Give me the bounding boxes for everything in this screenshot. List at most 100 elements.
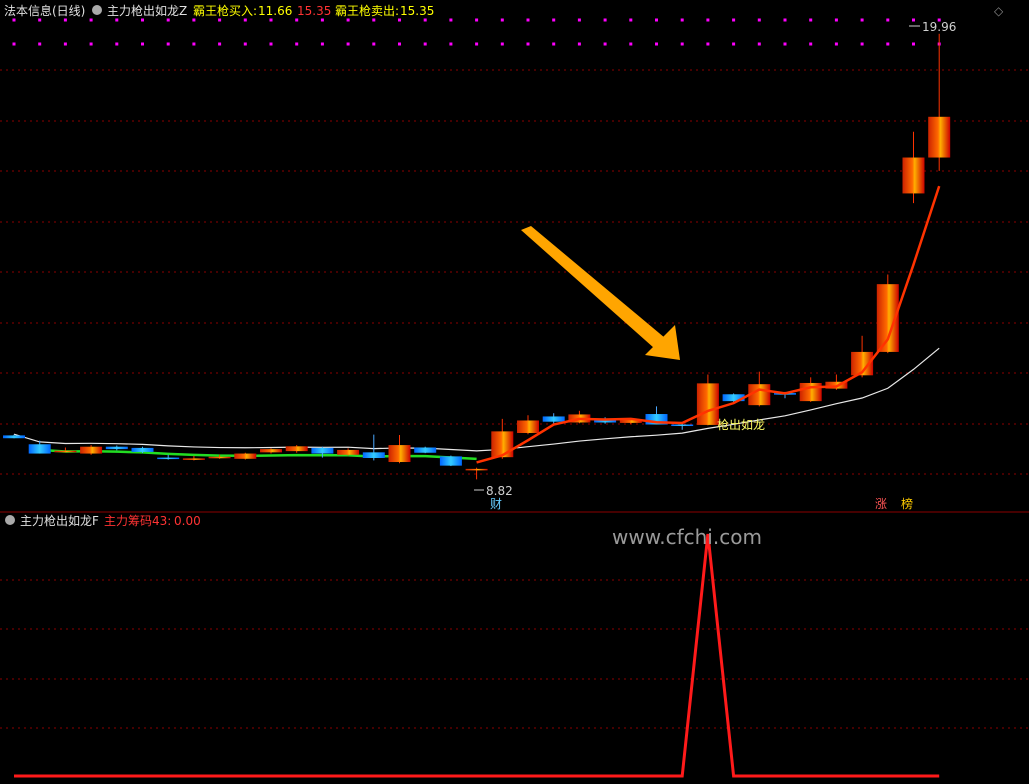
marker-dot: [603, 18, 607, 22]
marker-dot: [809, 18, 813, 22]
candle-up: [260, 449, 282, 453]
marker-dot: [706, 18, 710, 22]
marker-dot: [38, 42, 42, 46]
marker-dot: [577, 42, 581, 46]
marker-dot: [218, 42, 222, 46]
marker-dot: [732, 18, 736, 22]
marker-dot: [423, 42, 427, 46]
marker-dot: [629, 42, 633, 46]
marker-dot: [706, 42, 710, 46]
marker-dot: [475, 42, 479, 46]
marker-dot: [398, 18, 401, 22]
high-marker-label: 19.96: [922, 20, 957, 34]
marker-dot: [243, 18, 247, 22]
marker-dot: [809, 42, 813, 46]
marker-dot: [372, 18, 376, 22]
marker-dot: [834, 18, 838, 22]
marker-dot: [38, 18, 42, 22]
marker-dot: [63, 42, 67, 46]
marker-dot: [166, 18, 170, 22]
marker-dot: [346, 18, 350, 22]
marker-dot: [320, 42, 324, 46]
marker-dot: [783, 18, 787, 22]
candle-up: [234, 453, 257, 459]
marker-dot: [732, 42, 736, 46]
candle-down: [28, 444, 51, 454]
marker-dot: [269, 18, 273, 22]
marker-dot: [757, 18, 761, 22]
marker-dot: [372, 42, 376, 46]
candle-down: [414, 447, 437, 453]
marker-dot: [475, 18, 479, 22]
candle-down: [542, 416, 565, 422]
marker-dot: [552, 18, 556, 22]
candle-up: [902, 157, 925, 194]
candle-up: [54, 450, 77, 453]
candle-up: [928, 116, 951, 158]
marker-dot: [320, 18, 324, 22]
marker-dot: [12, 18, 16, 22]
watermark: www.cfchi.com: [612, 525, 762, 549]
collapse-icon[interactable]: [92, 5, 102, 15]
grid-lines: [0, 69, 1029, 729]
candle-down: [105, 446, 128, 450]
marker-dot: [115, 42, 119, 46]
low-marker-label: 8.82: [486, 484, 513, 498]
candle-up: [799, 382, 822, 402]
candle-up: [285, 446, 308, 452]
marker-dot: [912, 18, 915, 22]
sell-value: 15.35: [400, 4, 435, 18]
marker-dot: [141, 18, 144, 22]
marker-dot: [166, 42, 170, 46]
green-trend-line: [39, 448, 477, 461]
collapse-icon-bottom[interactable]: [5, 515, 15, 525]
marker-dot: [449, 18, 453, 22]
marker-dot: [655, 42, 658, 46]
marker-dot: [552, 42, 556, 46]
marker-dot: [860, 18, 864, 22]
candle-up: [337, 449, 360, 455]
candlesticks: [3, 33, 951, 480]
marker-dot: [346, 42, 350, 46]
marker-dot: [218, 18, 222, 22]
marker-dot: [449, 42, 453, 46]
signal-series-line: [14, 533, 940, 778]
marker-dot: [757, 42, 761, 46]
candle-up: [465, 468, 488, 471]
marker-dot: [192, 18, 196, 22]
marker-dot: [89, 42, 93, 46]
marker-dot: [886, 18, 890, 22]
diamond-icon[interactable]: ◇: [994, 4, 1003, 18]
marker-dot: [577, 18, 581, 22]
badge-zhang: 涨: [875, 497, 888, 511]
series-value: 0.00: [174, 514, 201, 528]
marker-dot: [603, 42, 607, 46]
marker-dot: [89, 18, 93, 22]
marker-dot: [834, 42, 838, 46]
marker-dot: [500, 18, 504, 22]
marker-dot: [192, 42, 196, 46]
marker-dot: [680, 42, 684, 46]
badge-cai: 财: [490, 497, 503, 511]
marker-dot: [500, 42, 504, 46]
marker-dot: [423, 18, 427, 22]
candle-down: [671, 424, 694, 427]
marker-dot: [295, 42, 299, 46]
candle-up: [388, 445, 411, 463]
candle-down: [157, 457, 180, 460]
candle-up: [696, 383, 719, 425]
marker-dot: [783, 42, 787, 46]
marker-dot: [115, 18, 119, 22]
marker-dot: [860, 42, 864, 46]
sell-label: 霸王枪卖出:: [335, 4, 400, 18]
marker-dot: [912, 42, 915, 46]
marker-dot: [398, 42, 401, 46]
marker-dot: [12, 42, 16, 46]
indicator-name-bottom: 主力枪出如龙F: [20, 514, 99, 528]
signal-arrow: [521, 226, 680, 360]
series-label: 主力筹码43:: [104, 514, 172, 528]
marker-dot: [680, 18, 684, 22]
candle-down: [439, 456, 462, 466]
marker-dot: [243, 42, 247, 46]
chart-title: 法本信息(日线): [4, 4, 86, 18]
